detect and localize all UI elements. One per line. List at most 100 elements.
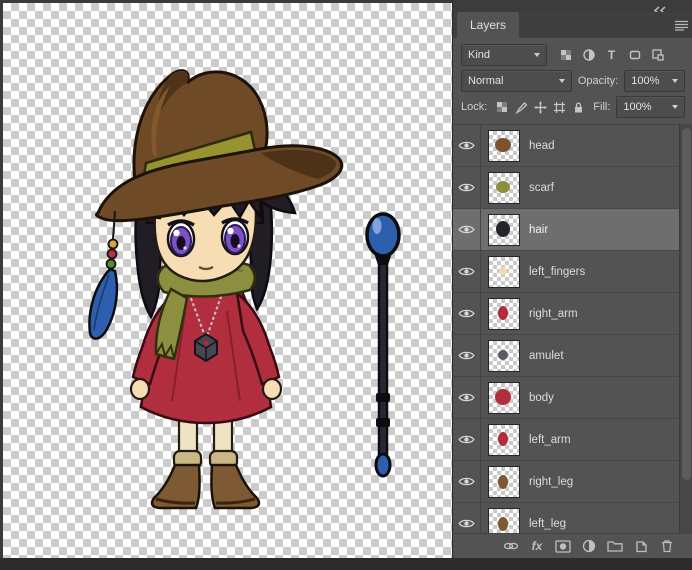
- folder-icon: [607, 541, 623, 552]
- lock-image-pixels-button[interactable]: [512, 98, 530, 117]
- opacity-value: 100%: [631, 75, 660, 87]
- blend-mode-select[interactable]: Normal: [461, 70, 572, 92]
- layer-row-right-arm[interactable]: right_arm: [453, 293, 680, 335]
- layer-row-scarf[interactable]: scarf: [453, 167, 680, 209]
- opacity-label: Opacity:: [577, 75, 619, 87]
- layer-name[interactable]: right_leg: [529, 476, 573, 488]
- visibility-toggle[interactable]: [453, 335, 481, 376]
- layer-row-hair[interactable]: hair: [453, 209, 680, 251]
- eye-icon: [458, 393, 475, 402]
- layer-thumbnail[interactable]: [488, 339, 520, 372]
- new-adjustment-layer-button[interactable]: [579, 537, 599, 555]
- visibility-toggle[interactable]: [453, 167, 481, 208]
- add-layer-mask-button[interactable]: [553, 537, 573, 555]
- new-group-button[interactable]: [605, 537, 625, 555]
- panel-menu-button[interactable]: [673, 18, 689, 32]
- visibility-toggle[interactable]: [453, 503, 481, 535]
- lock-transparent-pixels-button[interactable]: [493, 98, 511, 117]
- eye-icon: [458, 183, 475, 192]
- layer-name[interactable]: amulet: [529, 350, 564, 362]
- kind-filter-value: Kind: [468, 49, 491, 61]
- layer-thumbnail[interactable]: [488, 381, 520, 414]
- layer-name[interactable]: right_arm: [529, 308, 578, 320]
- type-layers-icon: T: [607, 48, 616, 62]
- hat-art: [94, 69, 344, 223]
- layer-name[interactable]: left_fingers: [529, 266, 585, 278]
- opacity-select[interactable]: 100%: [624, 70, 685, 92]
- layer-thumbnail[interactable]: [488, 213, 520, 246]
- eye-icon: [458, 477, 475, 486]
- tab-layers[interactable]: Layers: [457, 12, 520, 38]
- layer-row-left-leg[interactable]: left_leg: [453, 503, 680, 535]
- visibility-toggle[interactable]: [453, 209, 481, 250]
- new-layer-button[interactable]: [631, 537, 651, 555]
- visibility-toggle[interactable]: [453, 251, 481, 292]
- layer-thumbnail[interactable]: [488, 171, 520, 204]
- layer-row-head[interactable]: head: [453, 125, 680, 167]
- visibility-toggle[interactable]: [453, 293, 481, 334]
- layer-name[interactable]: body: [529, 392, 554, 404]
- lock-icon: [574, 102, 582, 112]
- kind-filter-select[interactable]: Kind: [461, 44, 547, 66]
- thumb-art: [498, 349, 508, 360]
- filter-icon-group: T: [555, 46, 668, 65]
- eye-icon: [458, 141, 475, 150]
- shape-layers-icon: [629, 50, 640, 60]
- lock-all-button[interactable]: [569, 98, 587, 117]
- smart-objects-icon: [651, 49, 664, 61]
- staff-art: [365, 212, 401, 478]
- visibility-toggle[interactable]: [453, 377, 481, 418]
- character-figure: [88, 69, 344, 510]
- panel-top-strip: [453, 0, 692, 15]
- thumb-art: [498, 305, 508, 320]
- layer-row-amulet[interactable]: amulet: [453, 335, 680, 377]
- lock-label: Lock:: [461, 101, 488, 113]
- move-icon: [533, 100, 547, 114]
- eye-icon: [458, 519, 475, 528]
- hamburger-menu-icon: [674, 20, 688, 31]
- layer-name[interactable]: head: [529, 140, 555, 152]
- visibility-toggle[interactable]: [453, 125, 481, 166]
- layer-thumbnail[interactable]: [488, 129, 520, 162]
- layer-name[interactable]: hair: [529, 224, 548, 236]
- thumb-art: [499, 266, 507, 275]
- adjustment-circle-icon: [582, 539, 596, 553]
- layer-row-body[interactable]: body: [453, 377, 680, 419]
- lock-position-button[interactable]: [531, 98, 549, 117]
- link-layers-button[interactable]: [501, 537, 521, 555]
- layer-row-right-leg[interactable]: right_leg: [453, 461, 680, 503]
- filter-type-layers-button[interactable]: T: [601, 46, 622, 65]
- pixel-layers-icon: [560, 50, 571, 60]
- layer-row-left-fingers[interactable]: left_fingers: [453, 251, 680, 293]
- delete-layer-button[interactable]: [657, 537, 677, 555]
- chevron-down-icon: [672, 105, 678, 109]
- canvas[interactable]: [3, 3, 452, 558]
- filter-smart-objects-button[interactable]: [647, 46, 668, 65]
- fx-icon: fx: [531, 539, 543, 553]
- filter-adjustment-layers-button[interactable]: [578, 46, 599, 65]
- scrollbar-thumb[interactable]: [682, 128, 691, 480]
- lock-row: Lock: Fill: 100%: [461, 95, 685, 119]
- eye-icon: [458, 435, 475, 444]
- layer-row-left-arm[interactable]: left_arm: [453, 419, 680, 461]
- thumb-art: [496, 180, 510, 193]
- visibility-toggle[interactable]: [453, 419, 481, 460]
- layer-thumbnail[interactable]: [488, 465, 520, 498]
- chevron-down-icon: [558, 79, 565, 83]
- fill-select[interactable]: 100%: [616, 96, 685, 118]
- layer-thumbnail[interactable]: [488, 423, 520, 456]
- layer-name[interactable]: left_arm: [529, 434, 571, 446]
- layer-thumbnail[interactable]: [488, 255, 520, 288]
- layer-name[interactable]: scarf: [529, 182, 554, 194]
- filter-shape-layers-button[interactable]: [624, 46, 645, 65]
- layer-thumbnail[interactable]: [488, 297, 520, 330]
- lock-icon-group: [493, 98, 587, 117]
- layer-list-scrollbar[interactable]: [679, 124, 692, 534]
- layer-name[interactable]: left_leg: [529, 518, 566, 530]
- lock-artboard-button[interactable]: [550, 98, 568, 117]
- layer-styles-button[interactable]: fx: [527, 537, 547, 555]
- filter-pixel-layers-button[interactable]: [555, 46, 576, 65]
- trash-icon: [662, 540, 672, 553]
- layer-thumbnail[interactable]: [488, 507, 520, 535]
- visibility-toggle[interactable]: [453, 461, 481, 502]
